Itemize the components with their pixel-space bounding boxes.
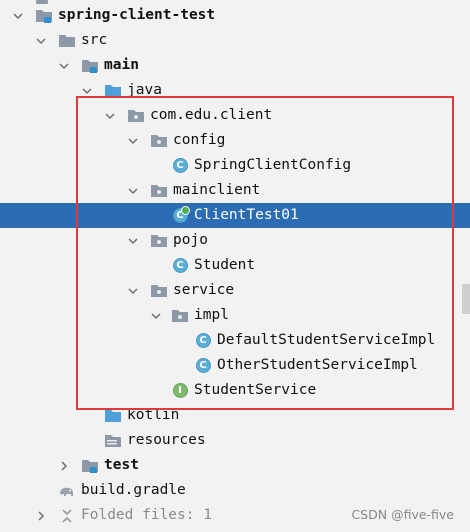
- tree-node-student[interactable]: C Student: [0, 253, 470, 278]
- tree-node-package[interactable]: com.edu.client: [0, 103, 470, 128]
- kotlin-label: kotlin: [127, 407, 180, 423]
- class-icon-letter: C: [172, 258, 188, 273]
- folded-files-label: Folded files: 1: [81, 507, 212, 523]
- src-label: src: [81, 32, 108, 48]
- tree-node-src[interactable]: src: [0, 28, 470, 53]
- package-icon: [150, 232, 168, 250]
- chevron-right-icon[interactable]: [35, 510, 47, 522]
- other-impl-label: OtherStudentServiceImpl: [217, 357, 418, 373]
- interface-icon: I: [171, 382, 189, 400]
- student-label: Student: [194, 257, 256, 273]
- test-label: test: [104, 457, 139, 473]
- class-icon-letter: C: [172, 206, 190, 223]
- class-icon-letter: C: [172, 158, 188, 173]
- package-icon: [150, 132, 168, 150]
- pojo-label: pojo: [173, 232, 208, 248]
- tree-node-student-service[interactable]: I StudentService: [0, 378, 470, 403]
- source-root-folder-icon: [104, 407, 122, 425]
- config-label: config: [173, 132, 226, 148]
- watermark-text: CSDN @five-five: [351, 507, 454, 522]
- service-label: service: [173, 282, 235, 298]
- class-icon: C: [171, 257, 189, 275]
- source-root-folder-icon: [104, 82, 122, 100]
- package-label: com.edu.client: [150, 107, 273, 123]
- package-icon: [127, 107, 145, 125]
- resources-label: resources: [127, 432, 206, 448]
- tree-node-default-student-service-impl[interactable]: C DefaultStudentServiceImpl: [0, 328, 470, 353]
- tree-node-client-test01[interactable]: C ClientTest01: [0, 203, 470, 228]
- tree-node-kotlin[interactable]: kotlin: [0, 403, 470, 428]
- mainclient-label: mainclient: [173, 182, 261, 198]
- chevron-down-icon[interactable]: [127, 185, 139, 197]
- class-icon: C: [194, 357, 212, 375]
- folder-icon: [58, 32, 76, 50]
- chevron-right-icon[interactable]: [58, 460, 70, 472]
- chevron-down-icon[interactable]: [81, 85, 93, 97]
- tree-node-pojo[interactable]: pojo: [0, 228, 470, 253]
- class-icon: C: [171, 157, 189, 175]
- chevron-down-icon[interactable]: [12, 10, 24, 22]
- tree-node-config[interactable]: config: [0, 128, 470, 153]
- chevron-down-icon[interactable]: [150, 310, 162, 322]
- gradle-elephant-icon: [58, 482, 76, 500]
- interface-icon-letter: I: [172, 383, 188, 398]
- client-test01-label: ClientTest01: [194, 207, 299, 223]
- student-service-label: StudentService: [194, 382, 317, 398]
- chevron-down-icon[interactable]: [127, 285, 139, 297]
- project-label: spring-client-test: [58, 7, 216, 23]
- run-badge-icon: [180, 206, 190, 215]
- default-impl-label: DefaultStudentServiceImpl: [217, 332, 436, 348]
- test-folder-icon: [81, 457, 99, 475]
- chevron-down-icon[interactable]: [127, 135, 139, 147]
- source-set-folder-icon: [81, 57, 99, 75]
- tree-node-impl[interactable]: impl: [0, 303, 470, 328]
- chevron-down-icon[interactable]: [35, 35, 47, 47]
- tree-node-resources[interactable]: resources: [0, 428, 470, 453]
- tree-node-spring-client-config[interactable]: C SpringClientConfig: [0, 153, 470, 178]
- class-icon-letter: C: [195, 358, 211, 373]
- package-icon: [171, 307, 189, 325]
- resources-folder-icon: [104, 432, 122, 450]
- class-icon: C: [194, 332, 212, 350]
- spring-client-config-label: SpringClientConfig: [194, 157, 352, 173]
- module-folder-icon: [35, 7, 53, 25]
- tree-node-project[interactable]: spring-client-test: [0, 3, 470, 28]
- chevron-down-icon[interactable]: [58, 60, 70, 72]
- package-icon: [150, 182, 168, 200]
- main-label: main: [104, 57, 139, 73]
- scrollbar-thumb[interactable]: [462, 284, 470, 314]
- runnable-class-icon: C: [171, 206, 190, 225]
- tree-node-service[interactable]: service: [0, 278, 470, 303]
- chevron-down-icon[interactable]: [127, 235, 139, 247]
- tree-node-test[interactable]: test: [0, 453, 470, 478]
- chevron-down-icon[interactable]: [104, 110, 116, 122]
- impl-label: impl: [194, 307, 229, 323]
- build-gradle-label: build.gradle: [81, 482, 186, 498]
- tree-node-other-student-service-impl[interactable]: C OtherStudentServiceImpl: [0, 353, 470, 378]
- tree-node-build-gradle[interactable]: build.gradle: [0, 478, 470, 503]
- tree-node-mainclient[interactable]: mainclient: [0, 178, 470, 203]
- collapse-arrows-icon: [58, 507, 76, 525]
- tree-node-java[interactable]: java: [0, 78, 470, 103]
- tree-node-main[interactable]: main: [0, 53, 470, 78]
- package-icon: [150, 282, 168, 300]
- java-label: java: [127, 82, 162, 98]
- class-icon-letter: C: [195, 333, 211, 348]
